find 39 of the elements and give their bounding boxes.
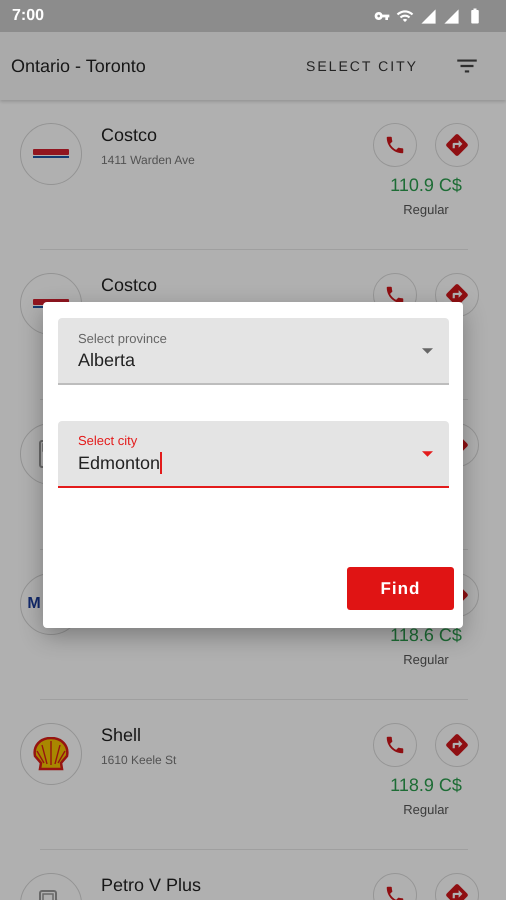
station-name: Petro V Plus bbox=[101, 874, 202, 897]
station-name: Costco bbox=[101, 124, 158, 147]
station-name: Costco bbox=[101, 274, 158, 297]
status-time: 7:00 bbox=[12, 7, 44, 25]
station-address: 1411 Warden Ave bbox=[101, 153, 196, 167]
location-title: Ontario - Toronto bbox=[11, 56, 147, 76]
call-button[interactable] bbox=[373, 723, 417, 767]
fuel-grade: Regular bbox=[403, 652, 449, 667]
phone-icon bbox=[384, 884, 406, 900]
directions-icon bbox=[444, 732, 470, 758]
fuel-grade: Regular bbox=[403, 802, 449, 817]
select-city-button[interactable]: SELECT CITY bbox=[306, 58, 418, 74]
logo-text: M bbox=[27, 595, 41, 613]
call-button[interactable] bbox=[373, 123, 417, 167]
station-address: 1610 Keele St bbox=[101, 753, 178, 767]
directions-icon bbox=[444, 132, 470, 158]
select-field[interactable]: Select province Alberta bbox=[58, 318, 449, 385]
dropdown-icon bbox=[422, 348, 433, 354]
field-value: Alberta bbox=[78, 350, 136, 370]
text-cursor bbox=[160, 452, 162, 474]
fuel-price: 118.9 C$ bbox=[390, 775, 462, 796]
find-button[interactable]: Find bbox=[347, 567, 454, 610]
fuel-price: 110.9 C$ bbox=[390, 175, 462, 196]
field-label: Select city bbox=[78, 433, 138, 448]
directions-button[interactable] bbox=[435, 123, 479, 167]
dropdown-icon bbox=[422, 450, 433, 456]
signal-icon bbox=[420, 8, 437, 24]
field-label: Select province bbox=[78, 330, 168, 346]
station-name: Shell bbox=[101, 724, 142, 747]
fuel-price: 118.6 C$ bbox=[390, 625, 462, 646]
fuel-grade: Regular bbox=[403, 202, 449, 217]
select-field[interactable]: Select city Edmonton bbox=[58, 421, 449, 488]
costco-logo-icon bbox=[33, 149, 69, 159]
shell-logo-icon bbox=[32, 737, 70, 771]
phone-icon bbox=[384, 134, 406, 156]
phone-icon bbox=[384, 734, 406, 756]
signal-icon bbox=[443, 8, 460, 24]
directions-button[interactable] bbox=[435, 723, 479, 767]
field-value: Edmonton bbox=[78, 452, 160, 474]
